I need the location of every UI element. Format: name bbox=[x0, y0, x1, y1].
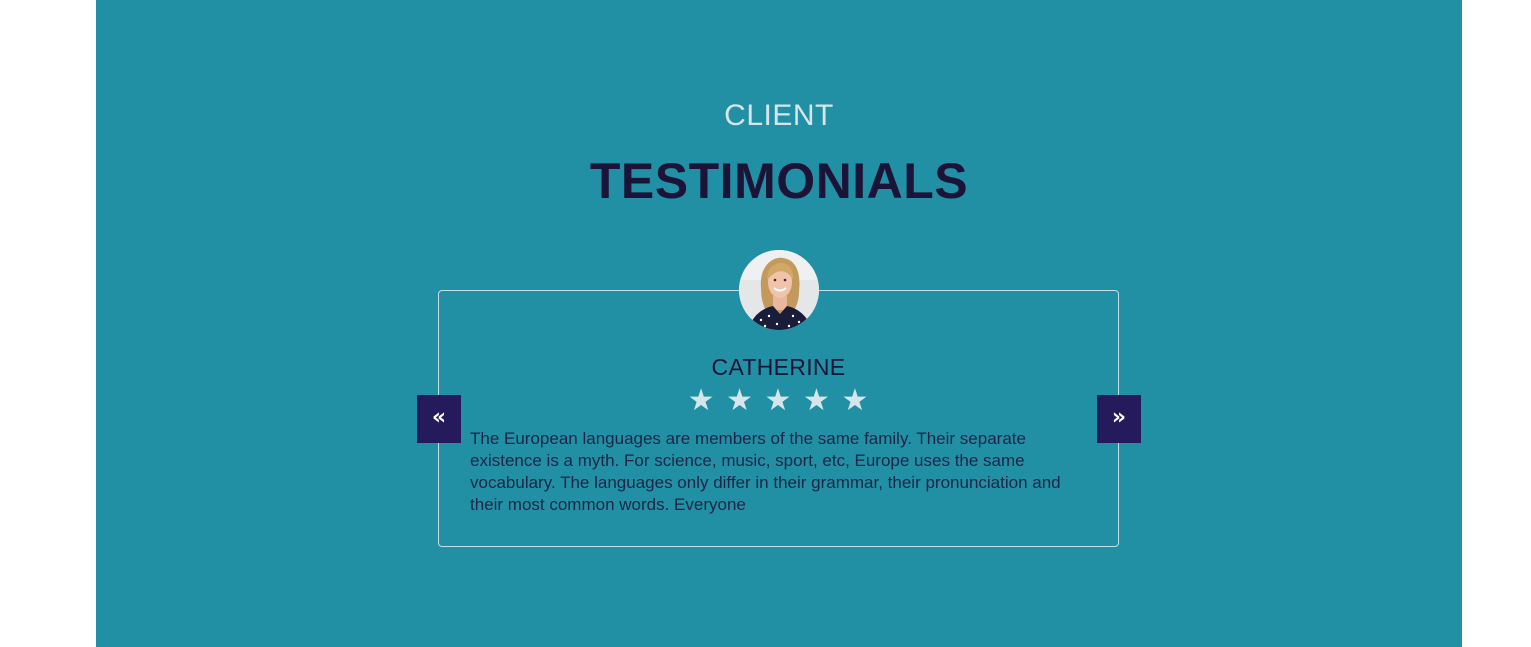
client-avatar bbox=[739, 250, 819, 330]
section-eyebrow: CLIENT bbox=[724, 99, 834, 132]
star-rating: ★ ★ ★ ★ ★ bbox=[438, 384, 1119, 418]
testimonial-text: The European languages are members of th… bbox=[470, 429, 1061, 514]
next-testimonial-button[interactable]: » bbox=[1097, 395, 1141, 443]
star-icon: ★ bbox=[687, 383, 716, 418]
woman-portrait-photo bbox=[739, 250, 819, 330]
double-chevron-left-icon: « bbox=[431, 405, 447, 430]
star-icon: ★ bbox=[841, 383, 870, 418]
star-icon: ★ bbox=[764, 383, 793, 418]
star-icon: ★ bbox=[726, 383, 754, 418]
star-icon: ★ bbox=[803, 383, 831, 418]
double-chevron-right-icon: » bbox=[1111, 405, 1127, 430]
section-title: TESTIMONIALS bbox=[589, 153, 969, 209]
client-name: CATHERINE bbox=[711, 354, 846, 380]
previous-testimonial-button[interactable]: « bbox=[417, 395, 461, 443]
testimonials-section: CLIENT TESTIMONIALS CATHERINE ★ ★ ★ ★ ★ … bbox=[96, 0, 1462, 647]
